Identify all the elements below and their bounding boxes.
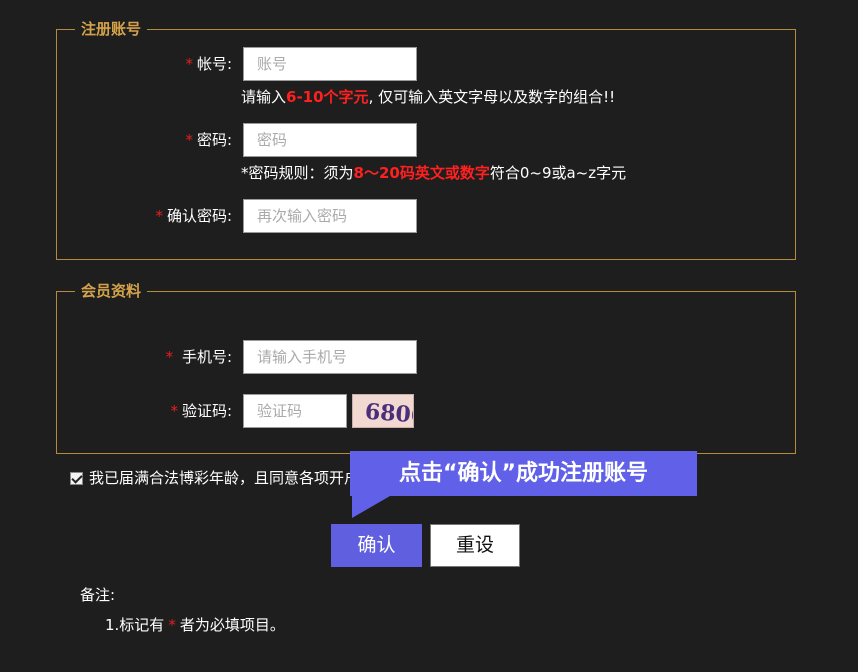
register-tooltip: 点击“确认”成功注册账号 (350, 451, 697, 496)
confirm-password-input[interactable]: 再次输入密码 (243, 199, 417, 233)
confirm-button[interactable]: 确认 (331, 524, 422, 567)
captcha-code-graphic: 6806 (364, 399, 414, 428)
account-label-row: * 帐号: (100, 48, 232, 80)
phone-label: * 手机号: (165, 348, 232, 366)
reset-button[interactable]: 重设 (430, 524, 520, 567)
confirm-password-label-row: * 确认密码: (100, 200, 232, 232)
account-input[interactable]: 账号 (243, 47, 417, 81)
agreement-checkbox[interactable] (70, 472, 83, 485)
tooltip-arrow (352, 496, 390, 518)
notes-item: 1.标记有 * 者为必填项目。 (105, 616, 285, 634)
account-label: * 帐号: (185, 55, 232, 73)
password-label: * 密码: (185, 131, 232, 149)
password-label-row: * 密码: (100, 124, 232, 156)
required-mark: * (185, 55, 193, 73)
confirm-password-label: * 确认密码: (155, 207, 232, 225)
agreement-text: 我已届满合法博彩年龄，且同意各项开户 (89, 469, 360, 487)
phone-label-row: * 手机号: (100, 341, 232, 373)
notes-title: 备注: (80, 586, 116, 604)
captcha-input[interactable]: 验证码 (243, 394, 347, 428)
section-title-register: 注册账号 (75, 19, 148, 39)
captcha-label-row: * 验证码: (100, 395, 232, 427)
phone-input[interactable]: 请输入手机号 (243, 340, 417, 374)
captcha-code: 6806 (364, 399, 414, 428)
account-hint: 请输入6-10个字元, 仅可输入英文字母以及数字的组合!! (241, 88, 616, 106)
password-hint: *密码规则：须为8～20码英文或数字符合0~9或a~z字元 (241, 164, 627, 182)
captcha-image[interactable]: 6806 (352, 394, 414, 428)
captcha-label: * 验证码: (170, 402, 232, 420)
age-agreement[interactable]: 我已届满合法博彩年龄，且同意各项开户 (70, 468, 359, 488)
registration-page: 注册账号 * 帐号: 账号 请输入6-10个字元, 仅可输入英文字母以及数字的组合… (0, 0, 858, 672)
password-input[interactable]: 密码 (243, 123, 417, 157)
section-title-member: 会员资料 (75, 281, 148, 301)
